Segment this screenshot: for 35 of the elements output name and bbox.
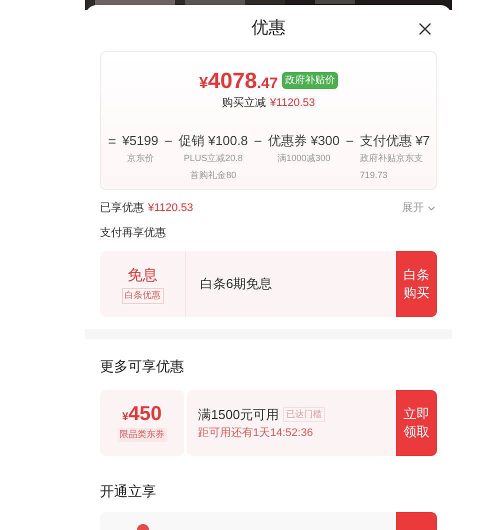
breakdown-amount: 支付优惠 ¥7	[360, 132, 430, 150]
breakdown-note: 719.73	[360, 168, 388, 182]
offer-text: 白条6期免息	[199, 275, 274, 294]
subsidy-badge: 政府补贴价	[282, 72, 338, 89]
action-button[interactable]: 立即领取	[396, 390, 437, 456]
breakdown-note: PLUS立减20.8	[184, 152, 243, 164]
section-title: 开通立享	[100, 482, 157, 501]
price: ¥4078.47	[199, 70, 278, 92]
breakdown-note: 京东价	[126, 152, 154, 164]
saving-value: ¥1120.53	[270, 96, 316, 111]
offer-tag: 白条优惠	[122, 288, 164, 304]
enjoyed-label: 已享优惠	[100, 200, 144, 216]
coupon-condition: 满1500元可用	[198, 406, 279, 424]
operator-sign: =	[107, 132, 118, 150]
coupon-amount: ¥450	[122, 404, 162, 424]
coupon-countdown: 距可用还有1天14:52:36	[198, 426, 314, 441]
breakdown-note: 政府补贴京东支	[360, 152, 423, 164]
section-title: 更多可享优惠	[100, 357, 185, 376]
action-button[interactable]: 白条购买	[396, 251, 437, 317]
expand-toggle[interactable]: 展开	[402, 200, 437, 216]
coupon-status: 已达门槛	[282, 406, 325, 422]
enjoyed-value: ¥1120.53	[148, 201, 194, 216]
operator-sign: −	[344, 132, 355, 150]
breakdown-note: 满1000减300	[277, 152, 330, 164]
breakdown-amount: 优惠券 ¥300	[268, 132, 340, 150]
section-title: 支付再享优惠	[100, 226, 167, 240]
offer-head: 免息	[128, 266, 158, 286]
sheet-title: 优惠	[252, 17, 286, 40]
breakdown-note: 首购礼金80	[190, 168, 236, 182]
operator-sign: −	[163, 132, 174, 150]
coupon-tag: 限品类东券	[118, 428, 166, 442]
breakdown-amount: 促销 ¥100.8	[178, 132, 248, 150]
saving-label: 购买立减	[222, 96, 266, 111]
breakdown-amount: ¥5199	[122, 132, 158, 150]
operator-sign: −	[252, 132, 264, 150]
